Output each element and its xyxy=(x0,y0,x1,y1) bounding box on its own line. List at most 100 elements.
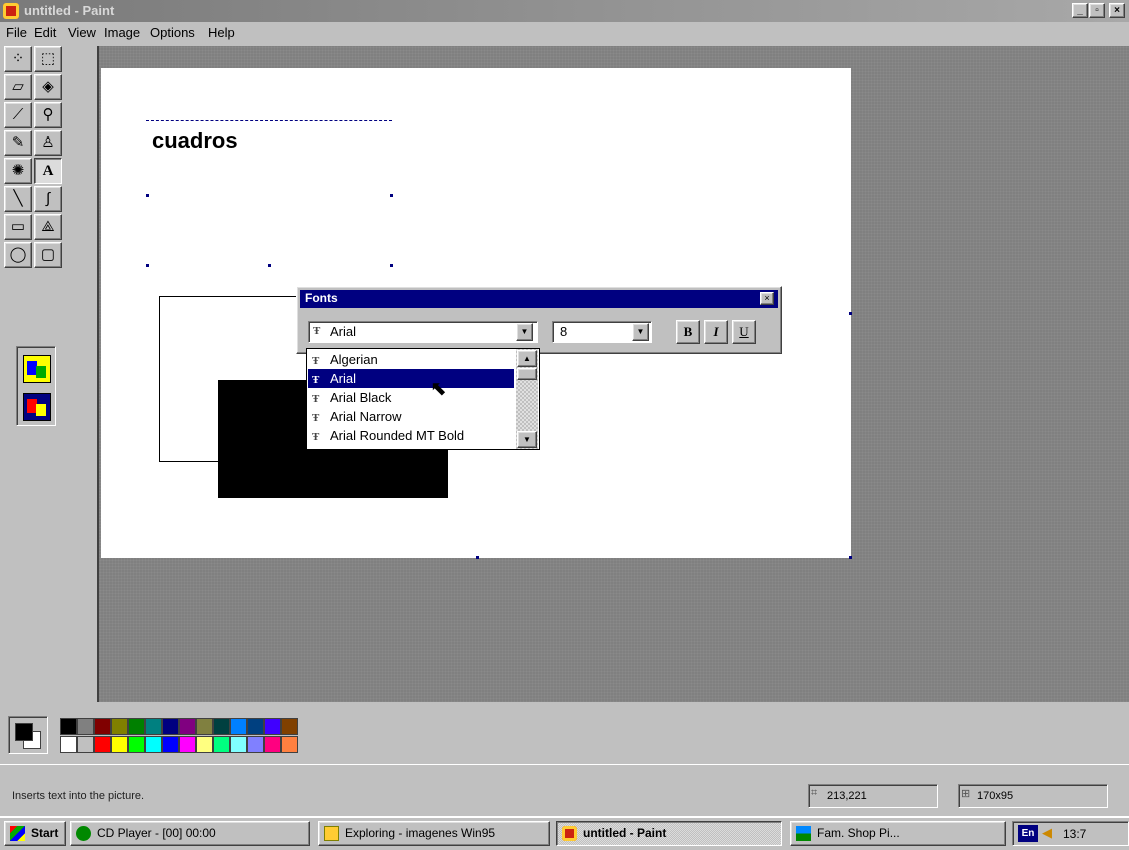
curve-icon[interactable]: ∫ xyxy=(34,186,62,212)
fonts-close-button[interactable]: × xyxy=(760,292,774,305)
rounded-rect-icon[interactable]: ▢ xyxy=(34,242,62,268)
free-select-icon[interactable]: ⁘ xyxy=(4,46,32,72)
text-frame-handle[interactable] xyxy=(390,194,393,197)
task-cd-player[interactable]: CD Player - [00] 00:00 xyxy=(70,821,310,846)
color-swatch[interactable] xyxy=(94,718,111,735)
color-swatch[interactable] xyxy=(162,718,179,735)
color-swatch[interactable] xyxy=(264,718,281,735)
text-frame-handle[interactable] xyxy=(390,264,393,267)
color-swatch[interactable] xyxy=(281,736,298,753)
color-swatch[interactable] xyxy=(145,736,162,753)
italic-button[interactable]: I xyxy=(704,320,728,344)
color-swatch[interactable] xyxy=(60,718,77,735)
font-option-algerian[interactable]: Ŧ Algerian xyxy=(308,350,514,369)
canvas-resize-handle-right[interactable] xyxy=(849,312,852,315)
color-swatch[interactable] xyxy=(128,718,145,735)
menu-edit[interactable]: Edit xyxy=(34,25,56,40)
task-exploring[interactable]: Exploring - imagenes Win95 xyxy=(318,821,550,846)
color-swatch[interactable] xyxy=(247,718,264,735)
color-swatch[interactable] xyxy=(145,718,162,735)
font-option-arial[interactable]: Ŧ Arial xyxy=(308,369,514,388)
color-swatch[interactable] xyxy=(111,718,128,735)
rect-select-icon[interactable]: ⬚ xyxy=(34,46,62,72)
truetype-icon: Ŧ xyxy=(313,325,321,337)
size-dropdown-arrow-icon[interactable]: ▼ xyxy=(632,323,649,341)
speaker-icon[interactable]: ◀ xyxy=(1042,825,1052,841)
start-button[interactable]: Start xyxy=(4,821,66,846)
color-swatch[interactable] xyxy=(213,718,230,735)
menu-bar: File Edit View Image Options Help xyxy=(0,22,1129,42)
canvas-resize-handle-corner[interactable] xyxy=(849,556,852,559)
mouse-pointer-icon: ⬉ xyxy=(430,378,447,400)
color-swatch[interactable] xyxy=(196,718,213,735)
text-frame-handle[interactable] xyxy=(146,264,149,267)
language-indicator[interactable]: En xyxy=(1018,825,1038,842)
font-size-value: 8 xyxy=(560,324,568,339)
scroll-up-arrow-icon[interactable]: ▲ xyxy=(517,350,537,367)
transparent-option-icon[interactable] xyxy=(23,393,51,421)
line-icon[interactable]: ╲ xyxy=(4,186,32,212)
foreground-color-swatch[interactable] xyxy=(15,723,33,741)
font-option-arial-rounded[interactable]: Ŧ Arial Rounded MT Bold xyxy=(308,426,514,445)
color-swatch[interactable] xyxy=(128,736,145,753)
menu-help[interactable]: Help xyxy=(208,25,235,40)
ellipse-icon[interactable]: ◯ xyxy=(4,242,32,268)
color-swatch[interactable] xyxy=(77,718,94,735)
rectangle-icon[interactable]: ▭ xyxy=(4,214,32,240)
opaque-option-icon[interactable] xyxy=(23,355,51,383)
menu-view[interactable]: View xyxy=(68,25,96,40)
eraser-icon[interactable]: ▱ xyxy=(4,74,32,100)
font-option-arial-narrow[interactable]: Ŧ Arial Narrow xyxy=(308,407,514,426)
color-swatch[interactable] xyxy=(60,736,77,753)
color-swatch[interactable] xyxy=(230,736,247,753)
color-picker-icon[interactable]: ⟋ xyxy=(4,102,32,128)
color-swatch[interactable] xyxy=(196,736,213,753)
menu-image[interactable]: Image xyxy=(104,25,140,40)
bold-button[interactable]: B xyxy=(676,320,700,344)
canvas-resize-handle-bottom[interactable] xyxy=(476,556,479,559)
maximize-button[interactable]: ▫ xyxy=(1089,3,1105,18)
task-paint[interactable]: untitled - Paint xyxy=(556,821,782,846)
airbrush-icon[interactable]: ✺ xyxy=(4,158,32,184)
brush-icon[interactable]: ♙ xyxy=(34,130,62,156)
fonts-title: Fonts xyxy=(305,291,338,305)
menu-file[interactable]: File xyxy=(6,25,27,40)
color-swatch[interactable] xyxy=(94,736,111,753)
color-swatch[interactable] xyxy=(111,736,128,753)
color-swatch[interactable] xyxy=(230,718,247,735)
current-colors-indicator xyxy=(8,716,48,754)
color-swatch[interactable] xyxy=(264,736,281,753)
scroll-down-arrow-icon[interactable]: ▼ xyxy=(517,431,537,448)
font-option-arial-black[interactable]: Ŧ Arial Black xyxy=(308,388,514,407)
text-tool-icon[interactable]: A xyxy=(34,158,62,184)
menu-options[interactable]: Options xyxy=(150,25,195,40)
paint-app-icon[interactable] xyxy=(3,3,19,19)
fonts-title-bar[interactable] xyxy=(300,290,778,308)
minimize-button[interactable]: _ xyxy=(1072,3,1088,18)
task-fam-shop[interactable]: Fam. Shop Pi... xyxy=(790,821,1006,846)
color-swatch[interactable] xyxy=(179,718,196,735)
scroll-thumb[interactable] xyxy=(517,368,537,380)
fill-bucket-icon[interactable]: ◈ xyxy=(34,74,62,100)
font-dropdown-arrow-icon[interactable]: ▼ xyxy=(516,323,533,341)
size-panel: ⊞ 170x95 xyxy=(958,784,1108,808)
color-swatch[interactable] xyxy=(281,718,298,735)
close-button[interactable]: × xyxy=(1109,3,1125,18)
text-frame-handle[interactable] xyxy=(146,194,149,197)
cursor-coordinates: 213,221 xyxy=(827,790,867,802)
explorer-folder-icon xyxy=(324,826,339,841)
color-swatch[interactable] xyxy=(162,736,179,753)
color-swatch[interactable] xyxy=(179,736,196,753)
window-title: untitled - Paint xyxy=(24,3,115,18)
system-tray: En ◀ 13:7 xyxy=(1012,821,1129,846)
polygon-icon[interactable]: ⟁ xyxy=(34,214,62,240)
color-swatch[interactable] xyxy=(247,736,264,753)
color-swatch[interactable] xyxy=(213,736,230,753)
magnifier-icon[interactable]: ⚲ xyxy=(34,102,62,128)
cd-player-icon xyxy=(76,826,91,841)
paint-task-icon xyxy=(562,826,577,841)
pencil-icon[interactable]: ✎ xyxy=(4,130,32,156)
underline-button[interactable]: U xyxy=(732,320,756,344)
color-swatch[interactable] xyxy=(77,736,94,753)
text-frame-handle[interactable] xyxy=(268,264,271,267)
